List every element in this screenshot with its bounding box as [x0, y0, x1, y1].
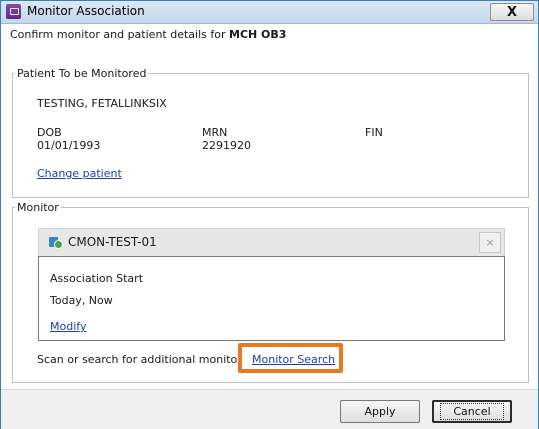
- cancel-button-label: Cancel: [440, 403, 504, 420]
- association-start-label: Association Start: [50, 272, 144, 285]
- title-bar: Monitor Association X: [1, 1, 538, 24]
- monitor-device-name: CMON-TEST-01: [68, 235, 157, 249]
- dialog-subtitle: Confirm monitor and patient details for …: [10, 28, 286, 41]
- mrn-value: 2291920: [202, 139, 251, 152]
- dob-label: DOB: [37, 126, 62, 139]
- patient-group-legend: Patient To be Monitored: [17, 67, 147, 80]
- scan-search-text: Scan or search for additional monitor: [37, 353, 242, 366]
- cancel-button[interactable]: Cancel: [432, 400, 512, 423]
- monitor-association-dialog: Monitor Association X Confirm monitor an…: [0, 0, 539, 429]
- mrn-label: MRN: [202, 126, 228, 139]
- monitor-device-header: CMON-TEST-01 ×: [38, 228, 505, 257]
- patient-name: TESTING, FETALLINKSIX: [37, 97, 167, 110]
- subtitle-text: Confirm monitor and patient details for: [10, 28, 229, 41]
- app-icon: [6, 4, 21, 19]
- monitor-device-icon: [49, 236, 63, 249]
- dialog-footer: Apply Cancel: [1, 389, 538, 429]
- change-patient-link[interactable]: Change patient: [37, 167, 122, 180]
- association-start-value: Today, Now: [50, 294, 113, 307]
- monitor-search-link[interactable]: Monitor Search: [252, 353, 335, 366]
- close-button[interactable]: X: [490, 3, 534, 21]
- fin-label: FIN: [365, 126, 383, 139]
- apply-button[interactable]: Apply: [340, 400, 420, 423]
- window-title: Monitor Association: [27, 4, 145, 18]
- association-details: Association Start Today, Now Modify: [38, 256, 505, 341]
- modify-link[interactable]: Modify: [50, 320, 86, 333]
- monitor-group-legend: Monitor: [17, 201, 59, 214]
- remove-monitor-button[interactable]: ×: [479, 232, 501, 253]
- dob-value: 01/01/1993: [37, 139, 101, 152]
- unit-name: MCH OB3: [229, 28, 287, 41]
